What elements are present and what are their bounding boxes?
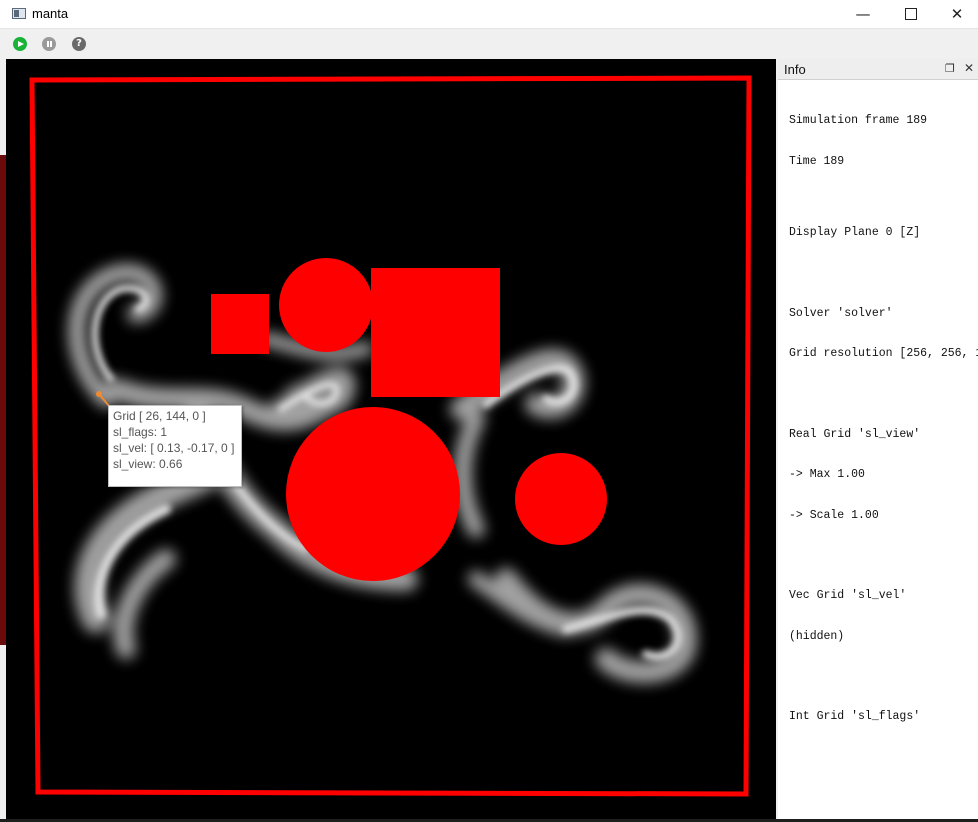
pause-icon[interactable] bbox=[42, 37, 56, 51]
maximize-icon bbox=[905, 7, 917, 20]
minimize-button[interactable]: — bbox=[840, 0, 886, 28]
manta-window: manta — ✕ ? Grid [26, 144, 0] sl_flags… bbox=[0, 0, 978, 822]
toolbar: ? bbox=[0, 29, 978, 59]
info-solver: Solver 'solver' bbox=[789, 306, 893, 320]
tooltip-velocity: sl_vel: [ 0.13, -0.17, 0 ] bbox=[113, 441, 235, 455]
cell-tooltip: Grid [ 26, 144, 0 ] sl_flags: 1 sl_vel: … bbox=[108, 405, 242, 487]
close-button[interactable]: ✕ bbox=[934, 0, 978, 28]
float-panel-icon[interactable]: ❐ bbox=[945, 62, 955, 75]
window-title: manta bbox=[32, 6, 69, 21]
info-header: Info ❐ ✕ bbox=[778, 59, 978, 80]
tooltip-flags: sl_flags: 1 bbox=[113, 425, 168, 439]
info-time: Time 189 bbox=[789, 154, 845, 168]
play-icon[interactable] bbox=[13, 37, 27, 51]
maximize-button[interactable] bbox=[888, 0, 934, 28]
info-real-grid: Real Grid 'sl_view' bbox=[789, 427, 921, 441]
tooltip-grid: Grid [ 26, 144, 0 ] bbox=[113, 409, 206, 423]
info-int-grid: Int Grid 'sl_flags' bbox=[789, 710, 921, 723]
info-vec-grid: Vec Grid 'sl_vel' bbox=[789, 589, 907, 602]
obstacle-small-square bbox=[211, 294, 269, 354]
obstacle-circle-top bbox=[279, 258, 373, 352]
minimize-icon: — bbox=[855, 5, 871, 23]
info-scale: -> Scale 1.00 bbox=[789, 508, 879, 522]
close-icon: ✕ bbox=[950, 5, 964, 23]
title-bar[interactable]: manta — ✕ bbox=[0, 0, 978, 29]
tooltip-view: sl_view: 0.66 bbox=[113, 457, 183, 471]
info-display-plane: Display Plane 0 [Z] bbox=[789, 226, 921, 239]
help-icon[interactable]: ? bbox=[72, 37, 86, 51]
info-grid-resolution: Grid resolution [256, 256, 1] bbox=[789, 347, 978, 360]
info-sim-frame: Simulation frame 189 bbox=[789, 114, 928, 127]
obstacle-circle-large bbox=[286, 407, 460, 581]
close-panel-icon[interactable]: ✕ bbox=[964, 61, 974, 75]
info-hidden: (hidden) bbox=[789, 629, 845, 643]
obstacle-large-square bbox=[371, 268, 500, 397]
cursor-marker bbox=[96, 391, 102, 397]
info-panel: Info ❐ ✕ Simulation frame 189 Time 189 D… bbox=[778, 59, 978, 822]
info-title: Info bbox=[784, 62, 806, 77]
app-icon bbox=[12, 8, 26, 19]
obstacle-circle-right bbox=[515, 453, 607, 545]
info-max: -> Max 1.00 bbox=[789, 468, 865, 481]
info-text: Simulation frame 189 Time 189 Display Pl… bbox=[789, 87, 978, 751]
